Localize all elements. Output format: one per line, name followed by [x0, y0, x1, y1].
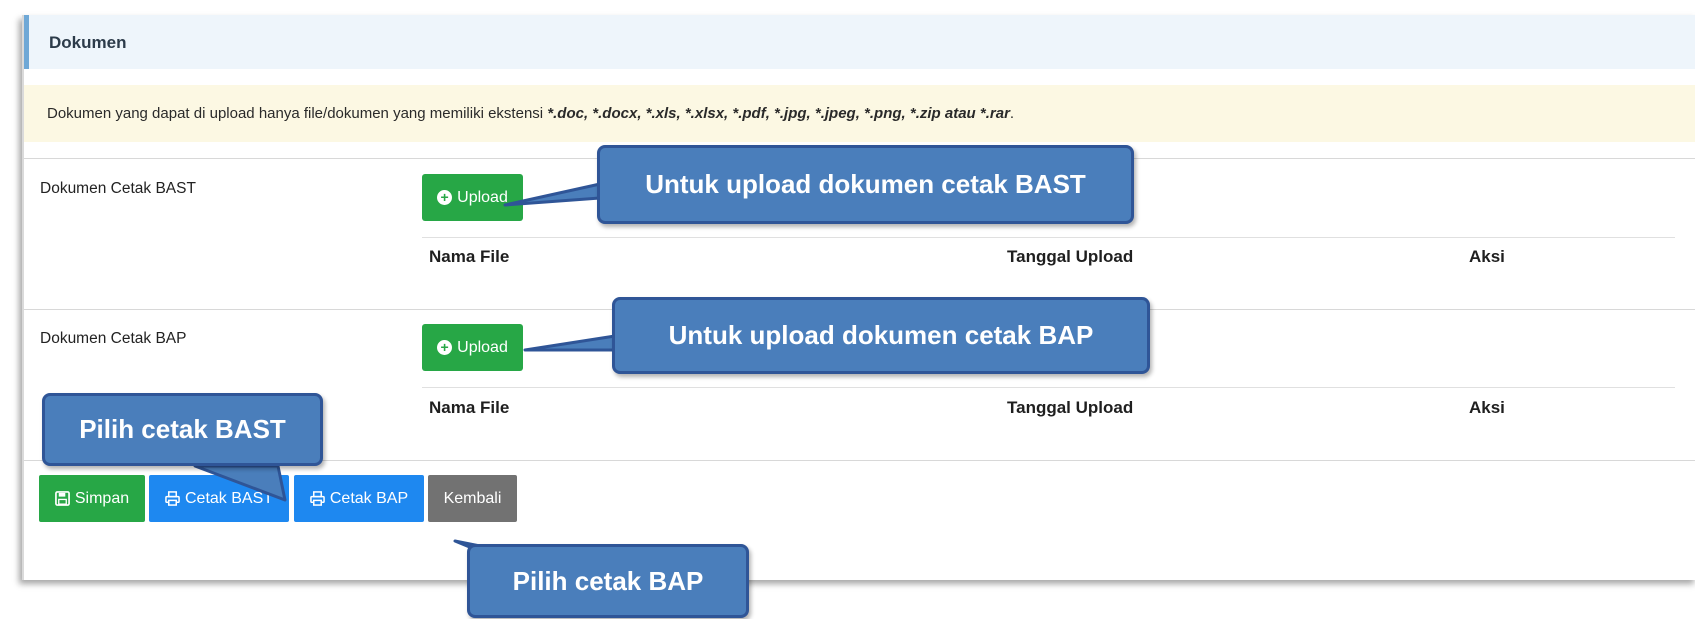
callout-pilih-bap-text: Pilih cetak BAP: [512, 565, 704, 596]
callout-upload-bap-text: Untuk upload dokumen cetak BAP: [668, 320, 1094, 350]
callout-pilih-bast-text: Pilih cetak BAST: [79, 414, 286, 444]
callout-upload-bap: Untuk upload dokumen cetak BAP: [612, 297, 1150, 374]
callout-upload-bast: Untuk upload dokumen cetak BAST: [597, 145, 1134, 224]
callout-pilih-bap: Pilih cetak BAP: [467, 544, 749, 618]
callout-pilih-bast: Pilih cetak BAST: [42, 393, 323, 466]
callout-upload-bast-text: Untuk upload dokumen cetak BAST: [645, 169, 1086, 199]
